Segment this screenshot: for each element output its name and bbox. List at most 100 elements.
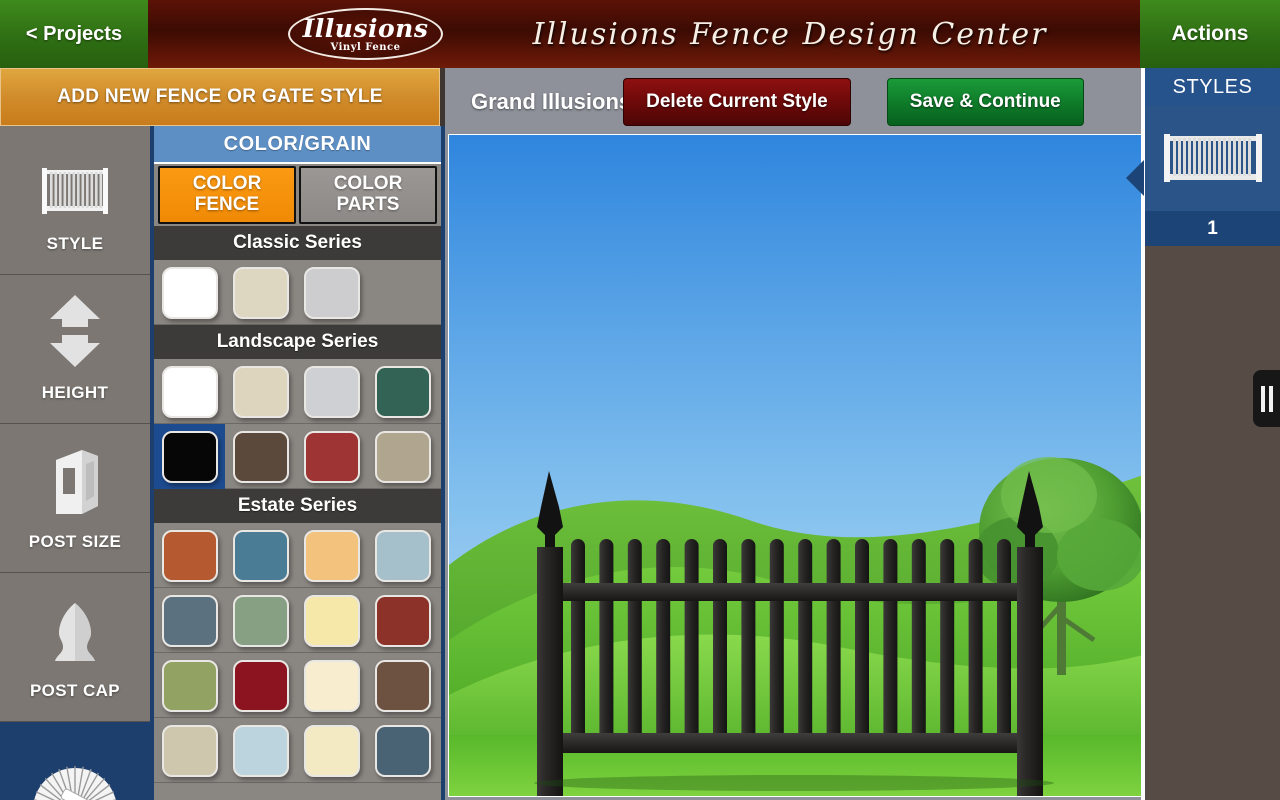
color-swatch-cell[interactable] — [225, 653, 296, 718]
color-swatch-cell[interactable] — [296, 588, 367, 653]
series-title: Estate Series — [154, 489, 441, 523]
color-fan-icon — [33, 766, 117, 800]
color-swatch — [374, 365, 431, 418]
color-swatch-cell[interactable] — [154, 260, 225, 325]
color-swatch-cell[interactable] — [154, 653, 225, 718]
sidebar-item-height[interactable]: HEIGHT — [0, 275, 150, 424]
arrows-icon-wrap — [44, 295, 106, 369]
fence-icon — [42, 168, 108, 214]
color-swatch-cell[interactable] — [154, 588, 225, 653]
color-swatch — [303, 430, 360, 483]
color-grain-panel: COLOR/GRAIN COLOR FENCE COLOR PARTS Clas… — [150, 126, 445, 800]
tab-color-fence[interactable]: COLOR FENCE — [158, 166, 296, 224]
color-swatch-cell[interactable] — [296, 260, 367, 325]
color-swatch-cell[interactable] — [154, 523, 225, 588]
app-root: < Projects Illusions Vinyl Fence Illusio… — [0, 0, 1280, 800]
sidebar-item-color-grain[interactable]: COLOR/GRAIN — [0, 722, 150, 800]
color-swatch-cell[interactable] — [296, 424, 367, 489]
left-sidebar: STYLE HEIGHT POST SIZE POST CAP COLOR/GRAIN — [0, 126, 150, 800]
sidebar-item-label: STYLE — [46, 234, 104, 253]
fence-thumbnail-icon — [1163, 133, 1262, 182]
color-swatch — [161, 266, 218, 319]
color-swatch — [232, 529, 289, 582]
fence-top-rail — [563, 583, 1017, 601]
actions-button[interactable]: Actions — [1140, 0, 1280, 68]
projects-back-button[interactable]: < Projects — [0, 0, 148, 68]
tab-color-parts[interactable]: COLOR PARTS — [299, 166, 437, 224]
color-swatch-cell[interactable] — [296, 653, 367, 718]
color-swatch-cell[interactable] — [296, 718, 367, 783]
fence-icon-wrap — [41, 146, 109, 220]
style-number-label: 1 — [1145, 211, 1280, 246]
save-label: Save & Continue — [909, 91, 1061, 112]
arrows-icon — [50, 295, 100, 367]
color-swatch — [374, 529, 431, 582]
swatch-row — [154, 718, 441, 783]
collapse-styles-panel-arrow[interactable] — [1126, 160, 1146, 196]
color-swatch-cell[interactable] — [154, 718, 225, 783]
color-swatch — [303, 659, 360, 712]
styles-panel: STYLES 1 — [1145, 68, 1280, 800]
swatch-cell-empty — [367, 260, 438, 325]
page-title: Illusions Fence Design Center — [532, 16, 1048, 52]
chevron-left-icon — [1126, 160, 1144, 196]
color-swatch — [161, 594, 218, 647]
color-swatch-cell[interactable] — [367, 718, 438, 783]
color-swatch-cell[interactable] — [296, 359, 367, 424]
panel-drag-handle[interactable] — [1253, 370, 1280, 427]
logo-primary-text: Illusions — [302, 13, 429, 43]
color-swatch-cell[interactable] — [367, 653, 438, 718]
actions-label: Actions — [1171, 22, 1249, 45]
save-and-continue-button[interactable]: Save & Continue — [886, 78, 1084, 126]
sidebar-item-label: POST SIZE — [28, 532, 122, 551]
swatch-row — [154, 424, 441, 489]
color-swatch-cell[interactable] — [154, 359, 225, 424]
color-swatch-cell[interactable] — [225, 718, 296, 783]
color-swatch — [374, 659, 431, 712]
swatch-row — [154, 359, 441, 424]
color-swatch-cell[interactable] — [225, 424, 296, 489]
color-swatch — [232, 266, 289, 319]
add-new-fence-or-gate-style-button[interactable]: ADD NEW FENCE OR GATE STYLE — [0, 68, 440, 126]
preview-toolbar: Grand Illusions Delete Current Style Sav… — [449, 71, 1141, 133]
color-swatch-cell[interactable] — [225, 359, 296, 424]
color-swatch-cell[interactable] — [154, 424, 225, 489]
handle-bar-2 — [1268, 385, 1273, 412]
color-swatch — [232, 365, 289, 418]
color-panel-header: COLOR/GRAIN — [154, 126, 441, 164]
color-swatch-cell[interactable] — [367, 424, 438, 489]
post-cap-icon — [55, 603, 95, 661]
sidebar-item-label: POST CAP — [29, 681, 121, 700]
color-swatch — [374, 594, 431, 647]
preview-area: Grand Illusions Delete Current Style Sav… — [445, 68, 1145, 800]
color-swatch — [232, 430, 289, 483]
fence-preview-canvas[interactable] — [448, 134, 1142, 797]
current-style-name: Grand Illusions — [471, 89, 632, 114]
add-new-label: ADD NEW FENCE OR GATE STYLE — [57, 86, 383, 107]
color-swatch-cell[interactable] — [367, 359, 438, 424]
color-swatch-cell[interactable] — [367, 588, 438, 653]
fence-post-right — [1017, 471, 1043, 796]
series-title: Classic Series — [154, 226, 441, 260]
color-fan-icon-wrap — [31, 742, 119, 800]
sidebar-item-style[interactable]: STYLE — [0, 126, 150, 275]
color-swatch-cell[interactable] — [225, 523, 296, 588]
tab-color-fence-line1: COLOR — [192, 173, 262, 195]
top-header-bar: < Projects Illusions Vinyl Fence Illusio… — [0, 0, 1280, 68]
color-swatch — [303, 529, 360, 582]
color-swatch — [374, 724, 431, 777]
style-thumbnail-1[interactable] — [1145, 106, 1280, 211]
delete-current-style-button[interactable]: Delete Current Style — [623, 78, 851, 126]
swatch-row — [154, 588, 441, 653]
color-swatch-cell[interactable] — [225, 588, 296, 653]
color-swatch-cell[interactable] — [296, 523, 367, 588]
color-swatch-cell[interactable] — [367, 523, 438, 588]
color-swatch — [374, 430, 431, 483]
color-mode-tabs: COLOR FENCE COLOR PARTS — [154, 164, 441, 226]
delete-label: Delete Current Style — [646, 91, 828, 112]
sidebar-item-label: HEIGHT — [41, 383, 109, 402]
color-swatch-cell[interactable] — [225, 260, 296, 325]
sidebar-item-post-cap[interactable]: POST CAP — [0, 573, 150, 722]
post-icon — [56, 450, 98, 514]
sidebar-item-post-size[interactable]: POST SIZE — [0, 424, 150, 573]
